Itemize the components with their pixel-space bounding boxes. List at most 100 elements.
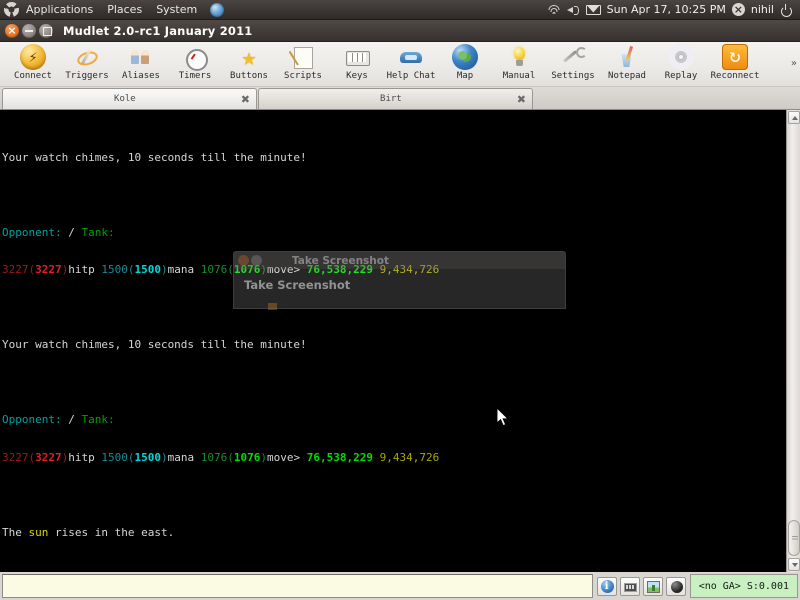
envelope-icon[interactable] xyxy=(585,4,601,15)
toolbar-button-reconnect[interactable]: Reconnect xyxy=(708,44,762,81)
coord-x: 76,538,229 xyxy=(306,263,373,276)
toolbar-button-scripts[interactable]: Scripts xyxy=(276,44,330,81)
toolbar-button-connect[interactable]: Connect xyxy=(6,44,60,81)
toolbar-label-timers: Timers xyxy=(178,71,212,81)
window-minimize-button[interactable] xyxy=(22,23,36,38)
panel-menu-applications[interactable]: Applications xyxy=(19,0,100,19)
output-blank xyxy=(2,302,786,315)
output-prompt-stats: 3227(3227)hitp 1500(1500)mana 1076(1076)… xyxy=(2,263,786,277)
command-line-row: <no GA> S:0.001 xyxy=(0,572,800,600)
toolbar-button-timers[interactable]: Timers xyxy=(168,44,222,81)
toolbar-overflow-icon[interactable]: » xyxy=(791,58,797,69)
hp-unit: hitp xyxy=(68,450,102,464)
toolbar-label-scripts: Scripts xyxy=(284,71,322,81)
output-blank xyxy=(2,489,786,502)
window-title: Mudlet 2.0-rc1 January 2011 xyxy=(63,23,253,38)
mana-unit: mana xyxy=(167,450,201,464)
toolbar-label-notepad: Notepad xyxy=(608,71,646,81)
toolbar-button-aliases[interactable]: Aliases xyxy=(114,44,168,81)
scripts-icon xyxy=(290,44,316,70)
window-titlebar: Mudlet 2.0-rc1 January 2011 xyxy=(0,20,800,42)
opponent-label: Opponent: xyxy=(2,413,62,426)
sunrise-post: rises in the east. xyxy=(48,525,175,539)
mudlet-window: Mudlet 2.0-rc1 January 2011 Connect Trig… xyxy=(0,20,800,600)
tank-label: Tank: xyxy=(81,413,115,426)
toolbar-label-settings: Settings xyxy=(551,71,595,81)
paren: ( xyxy=(127,263,135,276)
panel-username[interactable]: nihil xyxy=(751,3,774,16)
panel-menu-system[interactable]: System xyxy=(149,0,204,19)
log-icon[interactable] xyxy=(619,576,640,596)
window-close-button[interactable] xyxy=(5,23,19,38)
ball-icon[interactable] xyxy=(665,576,686,596)
toolbar-label-replay: Replay xyxy=(664,71,698,81)
tab-close-icon[interactable]: ✖ xyxy=(241,94,250,105)
move-max: 1076 xyxy=(233,450,261,464)
output-line: Your watch chimes, 10 seconds till the m… xyxy=(2,338,307,351)
map-icon xyxy=(452,44,478,70)
paren: ( xyxy=(227,450,234,464)
settings-icon xyxy=(560,44,587,70)
sunrise-pre: The xyxy=(2,525,29,539)
mouse-cursor-icon xyxy=(497,408,509,427)
toolbar-button-keys[interactable]: Keys xyxy=(330,44,384,81)
toolbar-button-replay[interactable]: Replay xyxy=(654,44,708,81)
window-maximize-button[interactable] xyxy=(39,23,53,38)
tab-birt[interactable]: Birt ✖ xyxy=(258,88,533,109)
scrollbar-thumb[interactable] xyxy=(788,520,800,556)
output-line-sunrise: The sun rises in the east. xyxy=(2,525,786,540)
toolbar-button-map[interactable]: Map xyxy=(438,44,492,81)
toolbar-label-aliases: Aliases xyxy=(122,71,160,81)
wifi-icon[interactable] xyxy=(548,4,561,16)
coord-x: 76,538,229 xyxy=(306,450,373,464)
sunrise-highlight: sun xyxy=(28,525,49,539)
speaker-icon[interactable] xyxy=(566,4,580,16)
aliases-icon xyxy=(128,44,154,70)
output-blank xyxy=(2,377,786,390)
mana-max: 1500 xyxy=(134,263,162,276)
ubuntu-logo-icon[interactable] xyxy=(4,2,19,17)
tank-label: Tank: xyxy=(81,225,115,239)
profile-tabbar: Kole ✖ Birt ✖ xyxy=(0,87,800,110)
user-status-icon[interactable] xyxy=(731,3,745,16)
toolbar-label-manual: Manual xyxy=(502,71,536,81)
toolbar-button-buttons[interactable]: Buttons xyxy=(222,44,276,81)
mud-output-console[interactable]: Your watch chimes, 10 seconds till the m… xyxy=(0,110,786,572)
prompt-separator: / xyxy=(61,413,82,426)
panel-clock[interactable]: Sun Apr 17, 10:25 PM xyxy=(607,3,726,16)
scroll-up-arrow-icon[interactable] xyxy=(788,111,800,124)
coord-y: 9,434,726 xyxy=(379,263,440,276)
statusbar-buttons xyxy=(593,574,690,598)
output-line: Your watch chimes, 10 seconds till the m… xyxy=(2,150,307,164)
move-current: 1076 xyxy=(200,450,228,464)
toolbar-label-reconnect: Reconnect xyxy=(710,71,760,81)
info-icon[interactable] xyxy=(596,576,617,596)
scroll-down-arrow-icon[interactable] xyxy=(788,558,800,571)
command-input[interactable] xyxy=(2,574,593,598)
toolbar-label-triggers: Triggers xyxy=(65,71,109,81)
toolbar-button-triggers[interactable]: Triggers xyxy=(60,44,114,81)
toolbar-button-settings[interactable]: Settings xyxy=(546,44,600,81)
connect-icon xyxy=(20,44,46,70)
paren: ( xyxy=(127,450,135,464)
toolbar-button-notepad[interactable]: Notepad xyxy=(600,44,654,81)
mana-unit: mana xyxy=(167,263,201,276)
globe-icon[interactable] xyxy=(210,2,225,17)
output-scrollbar[interactable] xyxy=(786,110,800,572)
paren: ) xyxy=(260,450,267,464)
toolbar-button-help-chat[interactable]: Help Chat xyxy=(384,44,438,81)
replay-icon xyxy=(668,44,694,70)
panel-menu-places[interactable]: Places xyxy=(100,0,149,19)
tab-close-icon[interactable]: ✖ xyxy=(517,94,526,105)
tab-kole[interactable]: Kole ✖ xyxy=(2,88,257,109)
move-max: 1076 xyxy=(233,263,261,276)
toolbar-label-map: Map xyxy=(456,71,474,81)
hp-max: 3227 xyxy=(35,450,62,464)
hp-current: 3227 xyxy=(2,263,29,276)
toolbar-label-buttons: Buttons xyxy=(230,71,268,81)
toolbar-button-manual[interactable]: Manual xyxy=(492,44,546,81)
power-icon[interactable] xyxy=(780,3,793,17)
image-icon[interactable] xyxy=(642,576,663,596)
hp-current: 3227 xyxy=(2,450,29,464)
paren: ( xyxy=(227,263,234,276)
